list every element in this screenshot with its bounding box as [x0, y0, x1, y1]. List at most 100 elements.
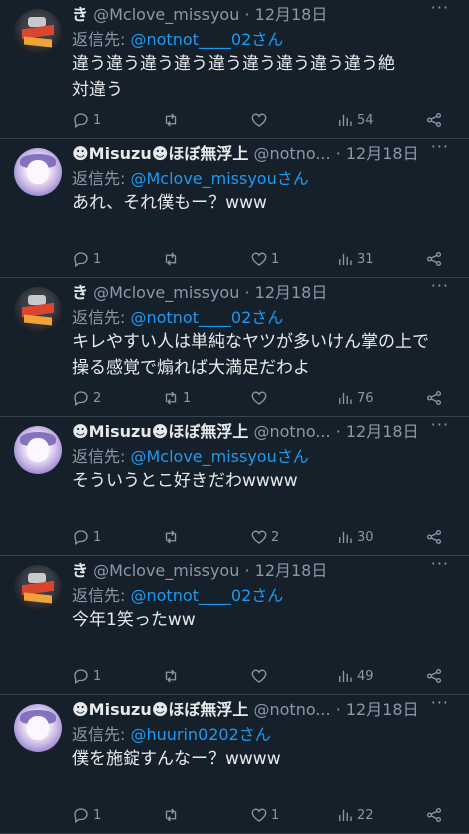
more-options-icon[interactable]: ··· [431, 276, 449, 295]
retweet-icon [165, 113, 177, 127]
retweet-button[interactable] [162, 111, 183, 129]
views-button[interactable]: 22 [336, 806, 374, 824]
tweet[interactable]: ☻Misuzu☻ほぼ無浮上 @notno... · 12月18日 ··· 返信先… [0, 415, 469, 556]
avatar[interactable] [14, 148, 62, 196]
display-name[interactable]: ☻Misuzu☻ほぼ無浮上 [72, 422, 248, 441]
user-handle[interactable]: @Mclove_missyou [93, 5, 239, 24]
avatar-art [27, 438, 49, 462]
more-options-icon[interactable]: ··· [431, 693, 449, 712]
view-count: 49 [357, 668, 374, 684]
like-button[interactable]: 1 [250, 806, 279, 824]
more-options-icon[interactable]: ··· [431, 554, 449, 573]
views-button[interactable]: 30 [336, 528, 374, 546]
avatar[interactable] [14, 9, 62, 57]
share-button[interactable] [425, 250, 443, 268]
like-count: 2 [271, 529, 280, 545]
tweet-actions: 1 2 30 [72, 528, 455, 550]
retweet-button[interactable] [162, 250, 183, 268]
tweet-text-line: 違う違う違う違う違う違う違う違う違う絶 [72, 54, 395, 74]
share-button[interactable] [425, 111, 443, 129]
reply-target-link[interactable]: @huurin0202さん [130, 725, 270, 744]
share-button[interactable] [425, 667, 443, 685]
avatar[interactable] [14, 704, 62, 752]
tweet-date[interactable]: 12月18日 [346, 422, 419, 441]
tweet-text-line: 僕を施錠すんなー？wwww [72, 749, 281, 769]
tweet[interactable]: き @Mclove_missyou · 12月18日 ··· 返信先: @not… [0, 554, 469, 695]
avatar[interactable] [14, 565, 62, 613]
view-count: 30 [357, 529, 374, 545]
like-button[interactable] [250, 389, 271, 407]
reply-icon [74, 113, 88, 129]
tweet[interactable]: き @Mclove_missyou · 12月18日 ··· 返信先: @not… [0, 276, 469, 417]
share-icon [426, 390, 442, 406]
tweet-text: 今年1笑ったww [72, 607, 455, 633]
display-name[interactable]: き [72, 283, 88, 302]
reply-count: 1 [93, 112, 102, 128]
reply-button[interactable]: 1 [72, 111, 101, 129]
like-button[interactable]: 1 [250, 250, 279, 268]
reply-target-link[interactable]: @notnot____02さん [130, 308, 283, 327]
like-button[interactable] [250, 667, 271, 685]
reply-target-link[interactable]: @Mclove_missyouさん [130, 447, 308, 466]
like-button[interactable] [250, 111, 271, 129]
retweet-button[interactable] [162, 806, 183, 824]
share-button[interactable] [425, 389, 443, 407]
more-options-icon[interactable]: ··· [431, 0, 449, 17]
retweet-button[interactable]: 1 [162, 389, 191, 407]
tweet[interactable]: ☻Misuzu☻ほぼ無浮上 @notno... · 12月18日 ··· 返信先… [0, 137, 469, 278]
tweet-text: 僕を施錠すんなー？wwww [72, 746, 455, 772]
reply-icon [74, 808, 88, 824]
retweet-button[interactable] [162, 528, 183, 546]
user-handle[interactable]: @Mclove_missyou [93, 283, 239, 302]
share-icon [426, 807, 442, 823]
share-button[interactable] [425, 806, 443, 824]
reply-target-link[interactable]: @Mclove_missyouさん [130, 169, 308, 188]
retweet-icon [165, 252, 177, 266]
reply-button[interactable]: 1 [72, 528, 101, 546]
tweet-date[interactable]: 12月18日 [346, 700, 419, 719]
reply-target-link[interactable]: @notnot____02さん [130, 30, 283, 49]
tweet[interactable]: ☻Misuzu☻ほぼ無浮上 @notno... · 12月18日 ··· 返信先… [0, 693, 469, 834]
tweet-date[interactable]: 12月18日 [255, 561, 328, 580]
views-button[interactable]: 31 [336, 250, 374, 268]
user-handle[interactable]: @Mclove_missyou [93, 561, 239, 580]
share-button[interactable] [425, 528, 443, 546]
tweet-date[interactable]: 12月18日 [255, 5, 328, 24]
view-count: 76 [357, 390, 374, 406]
more-options-icon[interactable]: ··· [431, 415, 449, 434]
reply-prefix: 返信先: [72, 308, 131, 327]
more-options-icon[interactable]: ··· [431, 137, 449, 156]
views-button[interactable]: 54 [336, 111, 374, 129]
tweet-date[interactable]: 12月18日 [255, 283, 328, 302]
view-count: 22 [357, 807, 374, 823]
tweet-text: そういうとこ好きだわwwww [72, 468, 455, 494]
user-handle[interactable]: @notno... [253, 700, 330, 719]
heart-icon [251, 113, 267, 127]
reply-button[interactable]: 1 [72, 667, 101, 685]
reply-button[interactable]: 1 [72, 806, 101, 824]
like-button[interactable]: 2 [250, 528, 279, 546]
views-button[interactable]: 49 [336, 667, 374, 685]
views-bar-chart-icon [339, 253, 352, 265]
heart-icon [251, 808, 267, 822]
views-button[interactable]: 76 [336, 389, 374, 407]
avatar[interactable] [14, 426, 62, 474]
reply-button[interactable]: 2 [72, 389, 101, 407]
display-name[interactable]: ☻Misuzu☻ほぼ無浮上 [72, 700, 248, 719]
reply-count: 1 [93, 668, 102, 684]
avatar[interactable] [14, 287, 62, 335]
reply-to-line: 返信先: @Mclove_missyouさん [72, 165, 309, 189]
tweet[interactable]: き @Mclove_missyou · 12月18日 ··· 返信先: @not… [0, 0, 469, 139]
user-handle[interactable]: @notno... [253, 422, 330, 441]
tweet-text-line: あれ、それ僕もー？www [72, 193, 267, 213]
display-name[interactable]: ☻Misuzu☻ほぼ無浮上 [72, 144, 248, 163]
display-name[interactable]: き [72, 5, 88, 24]
user-handle[interactable]: @notno... [253, 144, 330, 163]
views-bar-chart-icon [339, 114, 352, 126]
reply-button[interactable]: 1 [72, 250, 101, 268]
tweet-date[interactable]: 12月18日 [346, 144, 419, 163]
display-name[interactable]: き [72, 561, 88, 580]
tweet-text: キレやすい人は単純なヤツが多いけん掌の上で 操る感覚で煽れば大満足だわよ [72, 329, 455, 381]
reply-target-link[interactable]: @notnot____02さん [130, 586, 283, 605]
retweet-button[interactable] [162, 667, 183, 685]
